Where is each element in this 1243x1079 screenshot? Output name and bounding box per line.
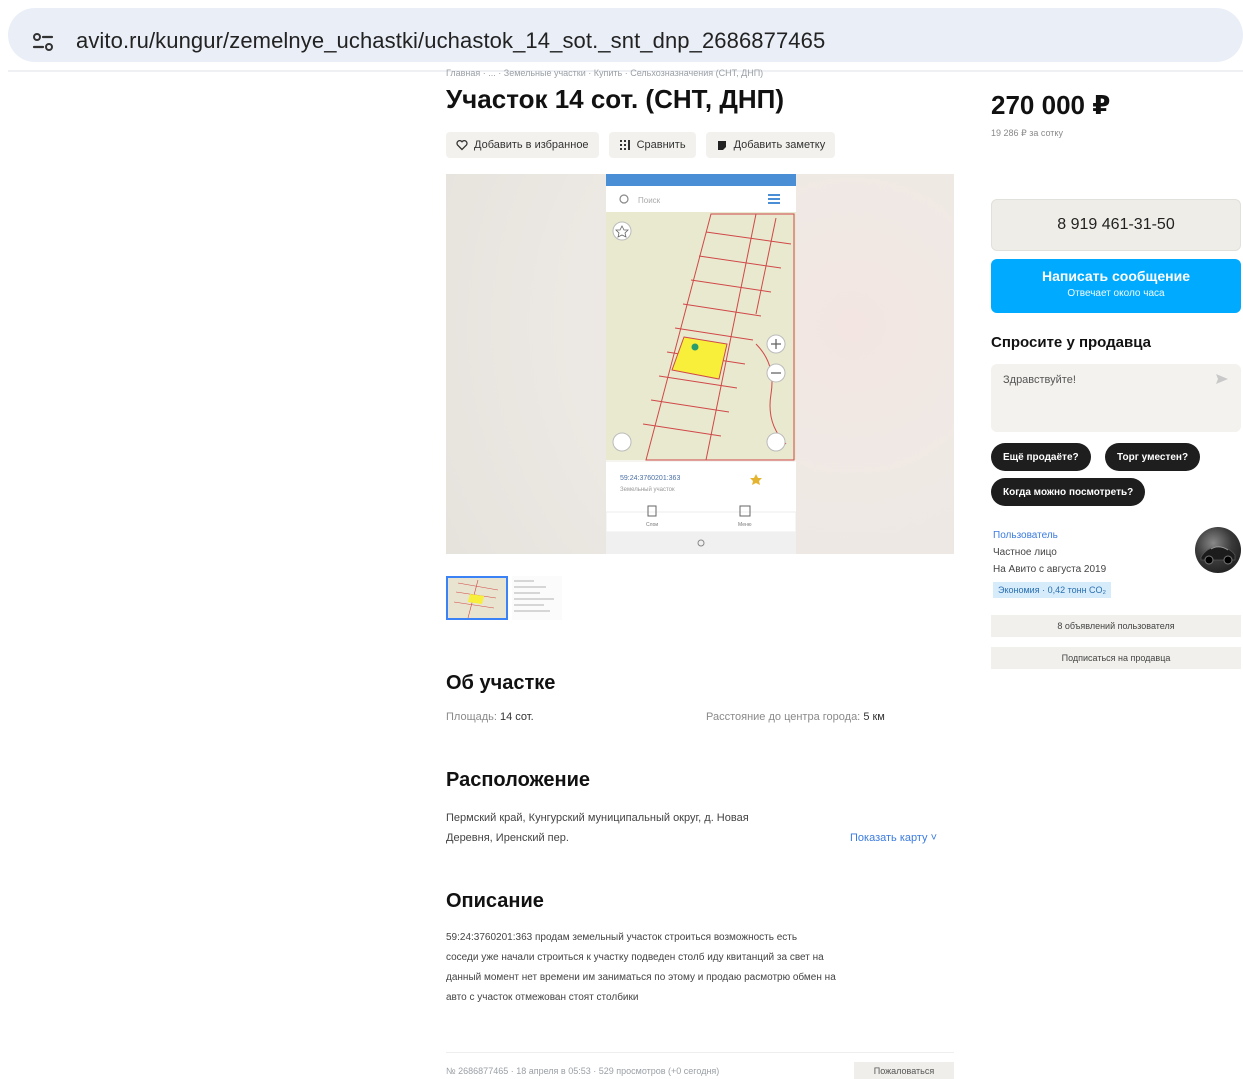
map-tab-right: Меню bbox=[738, 522, 752, 528]
compare-label: Сравнить bbox=[636, 139, 686, 151]
show-phone-button[interactable]: 8 919 461-31-50 bbox=[991, 199, 1241, 251]
add-note-label: Добавить заметку bbox=[733, 139, 826, 151]
write-message-label: Написать сообщение bbox=[1041, 268, 1191, 284]
location-title: Расположение bbox=[446, 769, 591, 791]
compare-button[interactable]: Сравнить bbox=[608, 132, 696, 158]
browser-url-bar: avito.ru/kungur/zemelnye_uchastki/uchast… bbox=[0, 0, 1243, 72]
description-line-3: данный момент нет времени им заниматься … bbox=[446, 972, 836, 983]
thumbnail-document-graphic bbox=[512, 576, 562, 620]
address-line-2: Деревня, Иренский пер. bbox=[446, 832, 569, 844]
seller-name[interactable]: Пользователь bbox=[993, 530, 1058, 541]
seller-since: На Авито с августа 2019 bbox=[993, 564, 1107, 575]
quick-question-bargain[interactable]: Торг уместен? bbox=[1105, 443, 1201, 471]
ask-seller-title: Спросите у продавца bbox=[991, 334, 1151, 351]
area-label: Площадь: bbox=[446, 711, 497, 723]
footer-divider bbox=[446, 1052, 954, 1053]
write-message-button[interactable]: Написать сообщение Отвечает около часа bbox=[991, 259, 1241, 313]
map-parcel-sub: Земельный участок bbox=[620, 486, 675, 493]
price: 270 000 ₽ bbox=[991, 90, 1111, 120]
description-title: Описание bbox=[446, 890, 544, 912]
area-value: 14 сот. bbox=[500, 711, 534, 723]
seller-ads-button[interactable]: 8 объявлений пользователя bbox=[991, 615, 1241, 637]
area-param: Площадь: 14 сот. bbox=[446, 711, 534, 723]
address: Пермский край, Кунгурский муниципальный … bbox=[446, 808, 826, 848]
map-parcel-number: 59:24:3760201:363 bbox=[620, 475, 680, 482]
cadastral-map-graphic: Поиск 59:24:3760201:363 Земельный участо… bbox=[605, 174, 797, 554]
description-line-2: соседи уже начали строиться к участку по… bbox=[446, 952, 824, 963]
price-per-sotka: 19 286 ₽ за сотку bbox=[991, 128, 1063, 138]
add-note-button[interactable]: Добавить заметку bbox=[705, 132, 836, 158]
heart-icon bbox=[456, 140, 468, 151]
listing-meta: № 2686877465 · 18 апреля в 05:53 · 529 п… bbox=[446, 1066, 720, 1076]
ask-seller-placeholder: Здравствуйте! bbox=[1003, 374, 1076, 386]
distance-param: Расстояние до центра города: 5 км bbox=[706, 711, 885, 723]
site-settings-icon[interactable] bbox=[32, 30, 54, 54]
url-text[interactable]: avito.ru/kungur/zemelnye_uchastki/uchast… bbox=[76, 28, 825, 54]
photo-thumbnail-1[interactable] bbox=[446, 576, 508, 620]
show-map-link[interactable]: Показать карту ˅ bbox=[850, 832, 937, 844]
description-text: 59:24:3760201:363 продам земельный участ… bbox=[446, 928, 958, 1008]
compare-icon bbox=[619, 140, 630, 150]
address-line-1: Пермский край, Кунгурский муниципальный … bbox=[446, 812, 749, 824]
listing-actions: Добавить в избранное Сравнить Добавить з… bbox=[446, 132, 836, 158]
note-icon bbox=[717, 141, 726, 150]
breadcrumb[interactable]: Главная · ... · Земельные участки · Купи… bbox=[446, 68, 763, 78]
response-time: Отвечает около часа bbox=[1067, 288, 1165, 299]
page-title: Участок 14 сот. (СНТ, ДНП) bbox=[446, 84, 785, 114]
map-tab-left: Слои bbox=[646, 522, 658, 528]
cadastral-map-screenshot: Поиск 59:24:3760201:363 Земельный участо… bbox=[605, 174, 797, 554]
seller-avatar[interactable] bbox=[1195, 527, 1241, 573]
about-title: Об участке bbox=[446, 672, 556, 694]
car-icon bbox=[1200, 546, 1236, 565]
complain-button[interactable]: Пожаловаться bbox=[854, 1062, 954, 1079]
distance-label: Расстояние до центра города: bbox=[706, 711, 861, 723]
description-line-4: авто с участок отмежован стоят столбики bbox=[446, 992, 639, 1003]
address-bar[interactable]: avito.ru/kungur/zemelnye_uchastki/uchast… bbox=[8, 8, 1243, 62]
thumbnail-map-graphic bbox=[448, 578, 506, 618]
send-icon[interactable] bbox=[1215, 372, 1229, 386]
photo-thumbnail-2[interactable] bbox=[512, 576, 562, 620]
add-to-favorites-label: Добавить в избранное bbox=[474, 139, 589, 151]
eco-badge: Экономия · 0,42 тонн CO₂ bbox=[993, 582, 1112, 598]
subscribe-seller-button[interactable]: Подписаться на продавца bbox=[991, 647, 1241, 669]
add-to-favorites-button[interactable]: Добавить в избранное bbox=[446, 132, 599, 158]
ask-seller-input[interactable]: Здравствуйте! bbox=[991, 364, 1241, 432]
distance-value: 5 км bbox=[863, 711, 885, 723]
map-search-placeholder: Поиск bbox=[638, 196, 661, 205]
description-line-1: 59:24:3760201:363 продам земельный участ… bbox=[446, 932, 798, 943]
quick-question-viewing[interactable]: Когда можно посмотреть? bbox=[991, 478, 1146, 506]
quick-question-still-selling[interactable]: Ещё продаёте? bbox=[991, 443, 1091, 471]
seller-type: Частное лицо bbox=[993, 547, 1057, 558]
main-photo[interactable]: Поиск 59:24:3760201:363 Земельный участо… bbox=[446, 174, 954, 554]
